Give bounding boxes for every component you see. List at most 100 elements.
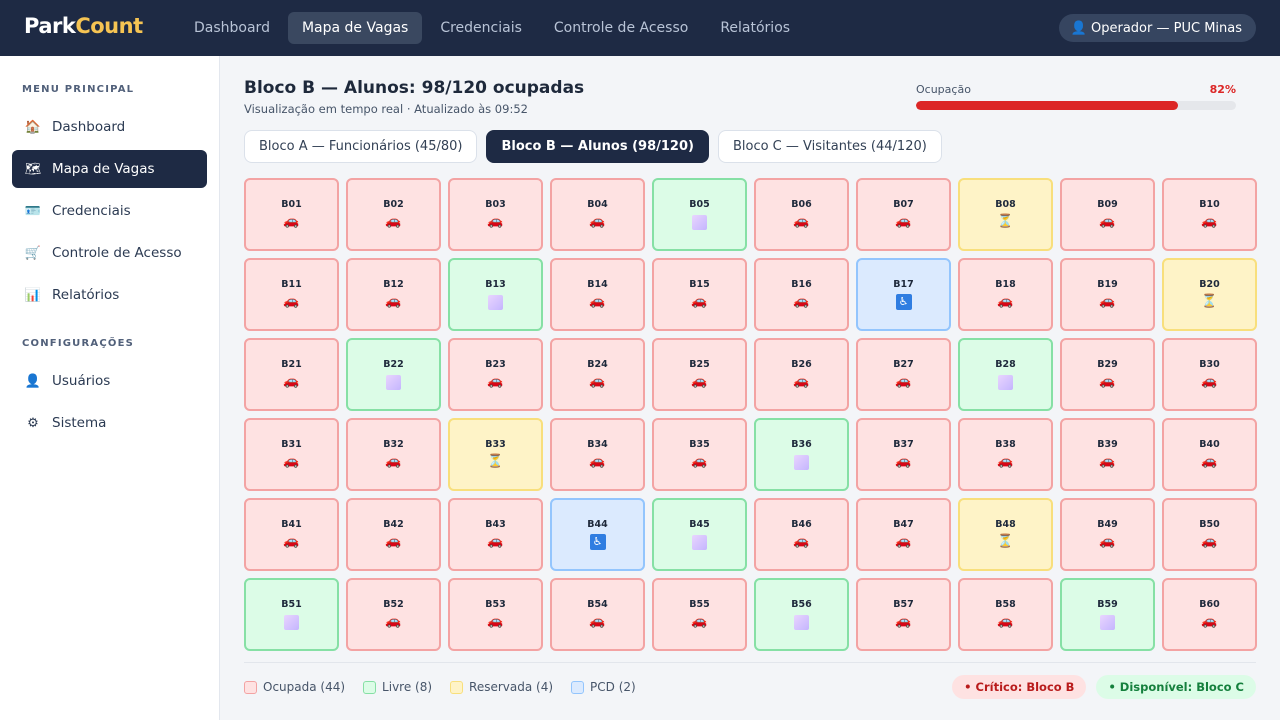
parking-slot[interactable]: B18 🚗	[958, 258, 1053, 331]
occupancy-progress-fill	[916, 101, 1179, 110]
sidebar-item-label: Sistema	[52, 415, 107, 431]
parking-slot[interactable]: B40 🚗	[1162, 418, 1257, 491]
operator-menu[interactable]: 👤 Operador — PUC Minas	[1058, 14, 1256, 42]
parking-slot[interactable]: B50 🚗	[1162, 498, 1257, 571]
parking-slot[interactable]: B07 🚗	[856, 178, 951, 251]
parking-slot[interactable]: B03 🚗	[448, 178, 543, 251]
cart-icon: 🛒	[24, 245, 42, 261]
sidebar-item-sistema[interactable]: ⚙ Sistema	[12, 404, 207, 442]
slot-code: B54	[587, 599, 608, 610]
parking-slot[interactable]: B21 🚗	[244, 338, 339, 411]
parking-slot[interactable]: B27 🚗	[856, 338, 951, 411]
parking-slot[interactable]: B34 🚗	[550, 418, 645, 491]
parking-slot[interactable]: B11 🚗	[244, 258, 339, 331]
parking-slot[interactable]: B29 🚗	[1060, 338, 1155, 411]
tab-bloco-a[interactable]: Bloco A — Funcionários (45/80)	[244, 130, 478, 163]
sidebar-item-dashboard[interactable]: 🏠 Dashboard	[12, 108, 207, 146]
parking-slot[interactable]: B44 ♿	[550, 498, 645, 571]
slot-code: B53	[485, 599, 506, 610]
block-tabs: Bloco A — Funcionários (45/80) Bloco B —…	[244, 130, 942, 163]
parking-slot[interactable]: B39 🚗	[1060, 418, 1155, 491]
parking-slot[interactable]: B36	[754, 418, 849, 491]
legend-free-label: Livre (8)	[382, 680, 433, 694]
car-icon: 🚗	[385, 214, 402, 229]
parking-slot[interactable]: B53 🚗	[448, 578, 543, 651]
parking-slot[interactable]: B15 🚗	[652, 258, 747, 331]
parking-slot[interactable]: B49 🚗	[1060, 498, 1155, 571]
slot-code: B13	[485, 279, 506, 290]
parking-slot[interactable]: B41 🚗	[244, 498, 339, 571]
car-icon: 🚗	[283, 214, 300, 229]
nav-dashboard[interactable]: Dashboard	[180, 12, 284, 44]
parking-slot[interactable]: B42 🚗	[346, 498, 441, 571]
parking-slot[interactable]: B04 🚗	[550, 178, 645, 251]
parking-slot[interactable]: B38 🚗	[958, 418, 1053, 491]
parking-slot[interactable]: B20 ⏳	[1162, 258, 1257, 331]
parking-slot[interactable]: B43 🚗	[448, 498, 543, 571]
parking-slot[interactable]: B22	[346, 338, 441, 411]
logo-text-park: Park	[24, 14, 76, 38]
parking-slot[interactable]: B08 ⏳	[958, 178, 1053, 251]
parking-slot[interactable]: B60 🚗	[1162, 578, 1257, 651]
tab-bloco-b[interactable]: Bloco B — Alunos (98/120)	[486, 130, 709, 163]
parking-slot[interactable]: B01 🚗	[244, 178, 339, 251]
slot-code: B25	[689, 359, 710, 370]
parking-slot[interactable]: B26 🚗	[754, 338, 849, 411]
parking-slot[interactable]: B52 🚗	[346, 578, 441, 651]
sidebar-item-relatorios[interactable]: 📊 Relatórios	[12, 276, 207, 314]
nav-mapa-de-vagas[interactable]: Mapa de Vagas	[287, 12, 423, 44]
parking-slot[interactable]: B54 🚗	[550, 578, 645, 651]
parking-slot[interactable]: B05	[652, 178, 747, 251]
parking-slot[interactable]: B13	[448, 258, 543, 331]
sidebar-item-label: Usuários	[52, 373, 111, 389]
nav-credenciais[interactable]: Credenciais	[426, 12, 536, 44]
slot-code: B03	[485, 199, 506, 210]
parking-slot[interactable]: B09 🚗	[1060, 178, 1155, 251]
sidebar-item-label: Relatórios	[52, 287, 120, 303]
parking-slot-grid: B01 🚗 B02 🚗 B03 🚗 B04 🚗 B05 B06 🚗 B07 🚗 B08 ⏳ B09 🚗 B10 🚗 B…	[244, 178, 1257, 651]
tab-bloco-c[interactable]: Bloco C — Visitantes (44/120)	[717, 130, 942, 163]
sidebar-item-mapa-de-vagas[interactable]: 🗺 Mapa de Vagas	[12, 150, 207, 188]
sidebar-item-usuarios[interactable]: 👤 Usuários	[12, 362, 207, 400]
parking-slot[interactable]: B25 🚗	[652, 338, 747, 411]
parking-slot[interactable]: B31 🚗	[244, 418, 339, 491]
parking-slot[interactable]: B33 ⏳	[448, 418, 543, 491]
parking-slot[interactable]: B23 🚗	[448, 338, 543, 411]
parking-slot[interactable]: B55 🚗	[652, 578, 747, 651]
legend-swatch-pcd	[571, 680, 585, 694]
parking-slot[interactable]: B56	[754, 578, 849, 651]
parking-slot[interactable]: B32 🚗	[346, 418, 441, 491]
parking-slot[interactable]: B24 🚗	[550, 338, 645, 411]
parking-slot[interactable]: B48 ⏳	[958, 498, 1053, 571]
parking-slot[interactable]: B58 🚗	[958, 578, 1053, 651]
nav-controle-de-acesso[interactable]: Controle de Acesso	[540, 12, 702, 44]
parking-slot[interactable]: B45	[652, 498, 747, 571]
nav-relatorios[interactable]: Relatórios	[706, 12, 804, 44]
car-icon: 🚗	[691, 454, 708, 469]
car-icon: 🚗	[1201, 614, 1218, 629]
slot-code: B35	[689, 439, 710, 450]
sidebar-item-credenciais[interactable]: 🪪 Credenciais	[12, 192, 207, 230]
hourglass-icon: ⏳	[487, 454, 504, 469]
parking-slot[interactable]: B30 🚗	[1162, 338, 1257, 411]
parking-slot[interactable]: B37 🚗	[856, 418, 951, 491]
parking-slot[interactable]: B59	[1060, 578, 1155, 651]
parking-slot[interactable]: B17 ♿	[856, 258, 951, 331]
car-icon: 🚗	[997, 454, 1014, 469]
car-icon: 🚗	[589, 614, 606, 629]
parking-slot[interactable]: B19 🚗	[1060, 258, 1155, 331]
parking-slot[interactable]: B02 🚗	[346, 178, 441, 251]
parking-slot[interactable]: B16 🚗	[754, 258, 849, 331]
parking-slot[interactable]: B51	[244, 578, 339, 651]
parking-slot[interactable]: B28	[958, 338, 1053, 411]
parking-slot[interactable]: B06 🚗	[754, 178, 849, 251]
parking-slot[interactable]: B57 🚗	[856, 578, 951, 651]
parking-slot[interactable]: B12 🚗	[346, 258, 441, 331]
parking-slot[interactable]: B46 🚗	[754, 498, 849, 571]
parking-slot[interactable]: B47 🚗	[856, 498, 951, 571]
parking-slot[interactable]: B10 🚗	[1162, 178, 1257, 251]
parking-slot[interactable]: B14 🚗	[550, 258, 645, 331]
sidebar-item-controle-de-acesso[interactable]: 🛒 Controle de Acesso	[12, 234, 207, 272]
parking-slot[interactable]: B35 🚗	[652, 418, 747, 491]
app-logo[interactable]: ParkCount	[24, 14, 143, 38]
